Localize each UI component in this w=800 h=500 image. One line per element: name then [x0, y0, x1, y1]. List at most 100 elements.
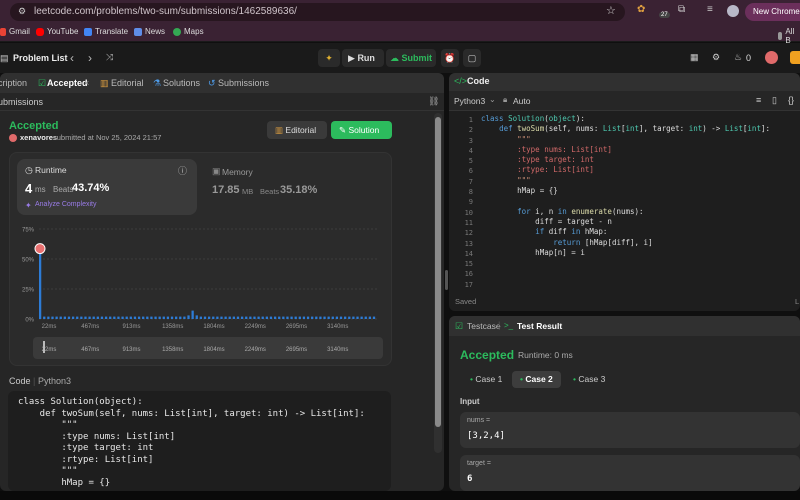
tab-editorial[interactable]: Editorial [111, 78, 144, 88]
problem-list-link[interactable]: Problem List [13, 53, 68, 63]
chart-bar[interactable] [80, 316, 83, 319]
profile-avatar[interactable] [727, 5, 739, 17]
your-submission-marker[interactable] [34, 243, 46, 255]
chart-bar[interactable] [109, 316, 112, 319]
address-bar[interactable]: leetcode.com/problems/two-sum/submission… [10, 3, 625, 21]
chart-bar[interactable] [129, 316, 132, 319]
nums-input-box[interactable]: nums = [3,2,4] [460, 412, 800, 448]
chart-bar[interactable] [55, 316, 58, 319]
chart-bar[interactable] [364, 316, 367, 319]
target-input-box[interactable]: target = 6 [460, 455, 800, 491]
chart-bar[interactable] [228, 316, 231, 319]
language-select[interactable]: Python3 [454, 96, 485, 106]
editorial-button[interactable]: ▥ Editorial [267, 121, 327, 139]
chart-bar[interactable] [319, 316, 322, 319]
chart-bar[interactable] [47, 316, 50, 319]
format-icon[interactable]: ≡ [756, 95, 761, 105]
bookmark-news[interactable]: News [134, 27, 165, 36]
chart-bar[interactable] [290, 316, 293, 319]
chart-bar[interactable] [216, 316, 219, 319]
streak-flame-icon[interactable]: ♨ [734, 52, 742, 63]
user-avatar[interactable] [765, 51, 778, 64]
chart-bar[interactable] [339, 316, 343, 319]
chart-bar[interactable] [158, 316, 161, 319]
share-link-icon[interactable]: ⛓ [428, 96, 439, 107]
chart-bar[interactable] [170, 316, 174, 319]
chart-bar[interactable] [71, 316, 75, 319]
shuffle-icon[interactable]: ⤨ [106, 52, 113, 63]
bookmark-youtube[interactable]: YouTube [36, 27, 78, 36]
chart-bar[interactable] [352, 316, 355, 319]
runtime-info-icon[interactable]: ⓘ [178, 164, 187, 177]
chart-bar[interactable] [298, 316, 301, 319]
tab-testcase[interactable]: Testcase [467, 321, 501, 331]
chart-bar[interactable] [372, 316, 376, 319]
back-to-submissions[interactable]: ubmissions [0, 97, 43, 107]
bookmark-translate[interactable]: Translate [84, 27, 128, 36]
chart-bar[interactable] [133, 316, 137, 319]
chart-bar[interactable] [282, 316, 285, 319]
chart-bar[interactable] [224, 316, 227, 319]
chrome-update-badge[interactable]: New Chrome av [745, 3, 800, 21]
run-button[interactable]: ▶ Run [342, 49, 384, 67]
case-1-tab[interactable]: • Case 1 [464, 371, 508, 388]
chart-bar[interactable] [59, 316, 62, 319]
bookmark-star-icon[interactable]: ☆ [606, 4, 616, 17]
chart-bar[interactable] [273, 316, 277, 319]
chart-bar[interactable] [265, 316, 268, 319]
chart-bar[interactable] [154, 316, 157, 319]
memory-label[interactable]: Memory [222, 167, 253, 177]
tab-test-result[interactable]: Test Result [517, 321, 562, 331]
chart-bar[interactable] [96, 316, 99, 319]
chart-bar[interactable] [269, 316, 273, 319]
chart-bar[interactable] [195, 315, 198, 319]
code-editor[interactable]: class Solution(object): def twoSum(self,… [481, 114, 800, 258]
chart-bar[interactable] [236, 316, 240, 319]
chart-bar[interactable] [166, 316, 170, 319]
timer-button[interactable]: ⏰ [441, 49, 459, 67]
chart-bar[interactable] [249, 316, 252, 319]
chart-bar[interactable] [253, 316, 256, 319]
chart-bar[interactable] [348, 316, 351, 319]
layout-icon[interactable]: ▦ [690, 52, 699, 63]
tab-solutions[interactable]: Solutions [163, 78, 200, 88]
chart-bar[interactable] [323, 316, 326, 319]
chart-bar[interactable] [356, 316, 359, 319]
chart-bar[interactable] [240, 316, 244, 319]
extension-icon[interactable]: ✿ [637, 4, 645, 15]
chart-bar[interactable] [261, 316, 264, 319]
chart-bar[interactable] [294, 316, 297, 319]
submitted-code[interactable]: class Solution(object): def twoSum(self,… [8, 391, 391, 491]
chart-bar[interactable] [286, 316, 289, 319]
runtime-distribution-chart[interactable]: 75%50%25%0% 22ms 467ms 913ms 1358ms 1804ms 22… [17, 221, 384, 363]
chart-bar[interactable] [208, 316, 211, 319]
debug-button[interactable]: ✦ [318, 49, 340, 67]
chart-bar[interactable] [327, 316, 330, 319]
chart-bar[interactable] [113, 316, 116, 319]
premium-badge[interactable] [790, 51, 800, 64]
chart-bar[interactable] [146, 316, 149, 319]
chart-bar[interactable] [187, 315, 190, 319]
runtime-card[interactable]: ◷ Runtime ⓘ 4 ms Beats 43.74% ✦ Analyze … [17, 159, 197, 215]
chart-bar[interactable] [39, 244, 42, 319]
chart-bar[interactable] [315, 316, 318, 319]
site-info-icon[interactable]: ⚙ [18, 6, 26, 17]
panel-resize-handle[interactable] [445, 270, 448, 290]
chart-bar[interactable] [179, 316, 182, 319]
chart-bar[interactable] [360, 316, 363, 319]
chart-bar[interactable] [191, 310, 194, 319]
chart-bar[interactable] [183, 316, 186, 319]
chart-bar[interactable] [203, 316, 207, 319]
prev-problem-icon[interactable]: ‹ [70, 51, 74, 65]
tab-description[interactable]: cription [0, 78, 27, 88]
chart-bar[interactable] [175, 316, 178, 319]
chart-bar[interactable] [100, 316, 104, 319]
expand-brace-icon[interactable]: {} [788, 95, 794, 105]
case-2-tab[interactable]: • Case 2 [512, 371, 561, 388]
chart-bar[interactable] [43, 316, 46, 319]
chart-bar[interactable] [335, 316, 339, 319]
case-3-tab[interactable]: • Case 3 [567, 371, 611, 388]
chart-bar[interactable] [331, 316, 334, 319]
chart-bar[interactable] [92, 316, 95, 319]
chart-bar[interactable] [121, 316, 124, 319]
